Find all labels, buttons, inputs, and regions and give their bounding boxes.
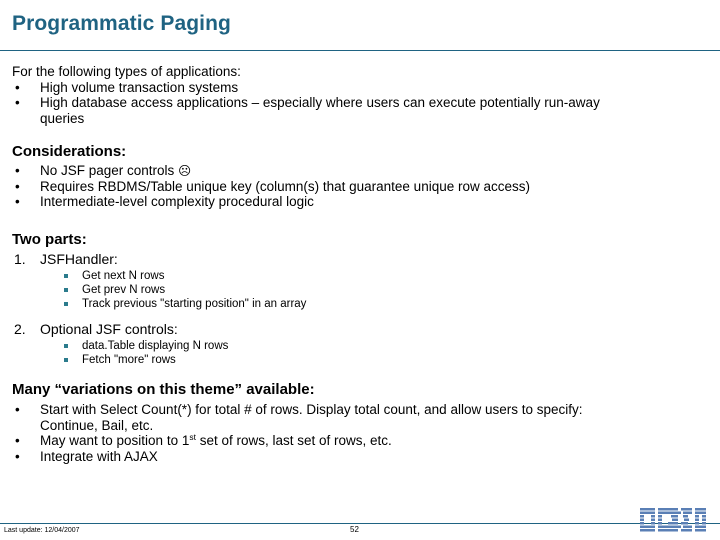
list-item: • No JSF pager controls ☹	[12, 163, 712, 179]
list-item-label: JSFHandler:	[40, 251, 118, 267]
list-item: Track previous "starting position" in an…	[62, 297, 712, 311]
considerations-heading: Considerations:	[12, 143, 127, 160]
intro-section: For the following types of applications:…	[12, 64, 712, 126]
ordinal-suffix: st	[189, 432, 196, 442]
list-item: Get next N rows	[62, 269, 712, 283]
list-item-label: Get next N rows	[82, 270, 165, 282]
two-parts-heading: Two parts:	[12, 231, 87, 248]
list-item: data.Table displaying N rows	[62, 339, 712, 353]
bullet-marker-icon: •	[15, 194, 20, 209]
list-item: 2. Optional JSF controls: data.Table dis…	[12, 321, 712, 367]
bullet-marker-icon: •	[15, 95, 20, 110]
list-item-label: Integrate with AJAX	[40, 448, 158, 464]
list-item: • Start with Select Count(*) for total #…	[12, 402, 712, 433]
list-item-number: 1.	[14, 251, 26, 267]
bullet-marker-icon: •	[15, 433, 20, 448]
sub-bullet-marker-icon	[64, 273, 68, 278]
bullet-marker-icon: •	[15, 178, 20, 194]
list-item: • High database access applications – es…	[12, 95, 712, 126]
list-item-label: Start with Select Count(*) for total # o…	[40, 402, 583, 417]
list-item-label: Optional JSF controls:	[40, 321, 178, 337]
two-parts-ordered-list: 1. JSFHandler: Get next N rows Get prev …	[12, 251, 712, 311]
list-item: • High volume transaction systems	[12, 80, 712, 96]
list-item-label: No JSF pager controls	[40, 163, 175, 178]
sub-bullet-list: data.Table displaying N rows Fetch "more…	[40, 339, 712, 367]
list-item: • May want to position to 1st set of row…	[12, 433, 712, 449]
bullet-marker-icon: •	[15, 448, 20, 464]
bullet-marker-icon: •	[15, 163, 20, 178]
list-item-label-continued: queries	[40, 110, 85, 126]
sub-bullet-list: Get next N rows Get prev N rows Track pr…	[40, 269, 712, 311]
sub-bullet-marker-icon	[64, 343, 68, 348]
footer-divider	[0, 523, 720, 524]
list-item: 1. JSFHandler: Get next N rows Get prev …	[12, 251, 712, 311]
list-item-label: High database access applications – espe…	[40, 95, 600, 110]
list-item-label: Fetch "more" rows	[82, 354, 176, 366]
intro-bullet-list: • High volume transaction systems • High…	[12, 80, 712, 127]
list-item: • Intermediate-level complexity procedur…	[12, 194, 712, 210]
variations-heading: Many “variations on this theme” availabl…	[12, 381, 315, 398]
list-item-label: data.Table displaying N rows	[82, 340, 229, 352]
list-item-label-tail: set of rows, last set of rows, etc.	[195, 433, 392, 448]
list-item: • Requires RBDMS/Table unique key (colum…	[12, 179, 712, 195]
considerations-section: Considerations: • No JSF pager controls …	[12, 143, 712, 210]
bullet-marker-icon: •	[15, 402, 20, 417]
intro-lead: For the following types of applications:	[12, 64, 241, 79]
list-item: Fetch "more" rows	[62, 353, 712, 367]
last-update-text: Last update: 12/04/2007	[4, 527, 80, 534]
variations-bullet-list: • Start with Select Count(*) for total #…	[12, 402, 712, 464]
title-divider	[0, 50, 720, 51]
list-item-label: May want to position to 1	[40, 433, 190, 448]
list-item-label-continued: Continue, Bail, etc.	[40, 417, 154, 433]
two-parts-section-item2: 2. Optional JSF controls: data.Table dis…	[12, 321, 712, 367]
page-number: 52	[350, 525, 359, 534]
sub-bullet-marker-icon	[64, 301, 68, 306]
frowning-face-icon: ☹	[178, 163, 192, 178]
list-item-label: Requires RBDMS/Table unique key (column(…	[40, 178, 530, 194]
ibm-logo-icon	[640, 508, 706, 532]
list-item-label: Track previous "starting position" in an…	[82, 298, 307, 310]
bullet-marker-icon: •	[15, 79, 20, 95]
two-parts-section: Two parts: 1. JSFHandler: Get next N row…	[12, 231, 712, 311]
list-item: • Integrate with AJAX	[12, 449, 712, 465]
list-item-label: Get prev N rows	[82, 284, 166, 296]
list-item: Get prev N rows	[62, 283, 712, 297]
ibm-logo	[640, 508, 706, 533]
page-title: Programmatic Paging	[12, 12, 231, 35]
list-item-label: High volume transaction systems	[40, 79, 239, 95]
list-item-label: Intermediate-level complexity procedural…	[40, 194, 314, 209]
sub-bullet-marker-icon	[64, 287, 68, 292]
sub-bullet-marker-icon	[64, 357, 68, 362]
two-parts-ordered-list-cont: 2. Optional JSF controls: data.Table dis…	[12, 321, 712, 367]
variations-section: Many “variations on this theme” availabl…	[12, 381, 712, 464]
considerations-bullet-list: • No JSF pager controls ☹ • Requires RBD…	[12, 163, 712, 210]
list-item-number: 2.	[14, 321, 26, 337]
